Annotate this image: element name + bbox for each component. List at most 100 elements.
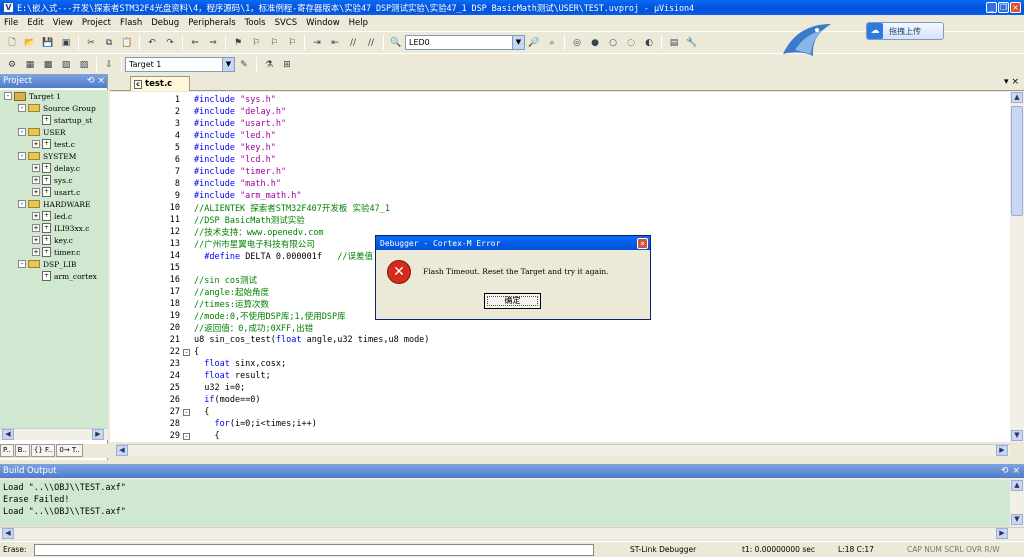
- editor-vscroll[interactable]: ▲ ▼: [1010, 92, 1024, 442]
- build-output[interactable]: Load "..\\OBJ\\TEST.axf" Erase Failed! L…: [0, 480, 1010, 526]
- indent-icon[interactable]: ⇥: [310, 36, 324, 50]
- expand-toggle-icon[interactable]: -: [18, 152, 26, 160]
- scroll-left-icon[interactable]: ◀: [116, 445, 128, 456]
- translate-icon[interactable]: ⚙: [5, 58, 19, 72]
- open-file-icon[interactable]: 📂: [23, 36, 37, 50]
- scroll-down-icon[interactable]: ▼: [1011, 430, 1023, 441]
- build-vscroll[interactable]: ▲ ▼: [1010, 480, 1024, 526]
- expand-toggle-icon[interactable]: -: [18, 260, 26, 268]
- tab-templates[interactable]: 0→ T..: [56, 444, 83, 457]
- pin-icon[interactable]: ⟲: [1001, 466, 1009, 476]
- expand-toggle-icon[interactable]: -: [4, 92, 12, 100]
- rebuild-icon[interactable]: ▩: [41, 58, 55, 72]
- disable-all-breakpoints-icon[interactable]: ◐: [642, 36, 656, 50]
- bookmark-icon[interactable]: ⚑: [231, 36, 245, 50]
- tree-item[interactable]: + + timer.c: [0, 246, 108, 258]
- menu-flash[interactable]: Flash: [120, 18, 142, 28]
- cut-icon[interactable]: ✂: [84, 36, 98, 50]
- scroll-thumb[interactable]: [1011, 106, 1023, 216]
- tree-item[interactable]: - SYSTEM: [0, 150, 108, 162]
- tree-item[interactable]: - HARDWARE: [0, 198, 108, 210]
- scroll-left-icon[interactable]: ◀: [2, 429, 14, 440]
- nav-back-icon[interactable]: ⇐: [188, 36, 202, 50]
- tree-item[interactable]: - Target 1: [0, 90, 108, 102]
- tree-item[interactable]: + + test.c: [0, 138, 108, 150]
- stop-build-icon[interactable]: ▨: [77, 58, 91, 72]
- chevron-down-icon[interactable]: ▼: [512, 36, 524, 49]
- scroll-right-icon[interactable]: ▶: [996, 528, 1008, 539]
- new-file-icon[interactable]: 🗋: [5, 36, 19, 50]
- close-icon[interactable]: ×: [97, 76, 105, 86]
- menu-tools[interactable]: Tools: [245, 18, 266, 28]
- next-bookmark-icon[interactable]: ⚐: [267, 36, 281, 50]
- tree-item[interactable]: + arm_cortex: [0, 270, 108, 282]
- manage-components-icon[interactable]: ⚗: [262, 58, 276, 72]
- tree-item[interactable]: + + key.c: [0, 234, 108, 246]
- expand-toggle-icon[interactable]: +: [32, 164, 40, 172]
- prev-bookmark-icon[interactable]: ⚐: [249, 36, 263, 50]
- fold-toggle-icon[interactable]: -: [183, 432, 190, 440]
- minimize-button[interactable]: _: [986, 2, 997, 13]
- menu-view[interactable]: View: [53, 18, 73, 28]
- undo-icon[interactable]: ↶: [145, 36, 159, 50]
- comment-icon[interactable]: //: [346, 36, 360, 50]
- build-hscroll[interactable]: ◀ ▶: [0, 527, 1024, 539]
- paste-icon[interactable]: 📋: [120, 36, 134, 50]
- fold-toggle-icon[interactable]: -: [183, 348, 190, 356]
- redo-icon[interactable]: ↷: [163, 36, 177, 50]
- dialog-close-button[interactable]: ×: [637, 237, 648, 249]
- scroll-right-icon[interactable]: ▶: [996, 445, 1008, 456]
- expand-toggle-icon[interactable]: +: [32, 236, 40, 244]
- tab-project[interactable]: P..: [0, 444, 14, 457]
- find-combo[interactable]: LED0 ▼: [405, 35, 525, 50]
- menu-svcs[interactable]: SVCS: [275, 18, 298, 28]
- download-icon[interactable]: ⇩: [102, 58, 116, 72]
- scroll-up-icon[interactable]: ▲: [1011, 92, 1023, 103]
- expand-toggle-icon[interactable]: +: [32, 140, 40, 148]
- disable-breakpoint-icon[interactable]: ○: [606, 36, 620, 50]
- nav-forward-icon[interactable]: ⇒: [206, 36, 220, 50]
- tree-item[interactable]: - USER: [0, 126, 108, 138]
- scroll-right-icon[interactable]: ▶: [92, 429, 104, 440]
- close-icon[interactable]: ×: [1012, 466, 1020, 476]
- tree-item[interactable]: + + ILI93xx.c: [0, 222, 108, 234]
- incremental-find-icon[interactable]: ⌕: [545, 36, 559, 50]
- expand-toggle-icon[interactable]: +: [32, 224, 40, 232]
- build-icon[interactable]: ▦: [23, 58, 37, 72]
- tree-item[interactable]: + + led.c: [0, 210, 108, 222]
- ok-button[interactable]: 确定: [484, 293, 541, 309]
- tree-item[interactable]: + + usart.c: [0, 186, 108, 198]
- close-button[interactable]: ×: [1010, 2, 1021, 13]
- tab-list-icon[interactable]: ▾: [1004, 77, 1009, 87]
- target-options-icon[interactable]: ✎: [237, 58, 251, 72]
- tab-functions[interactable]: {} F..: [30, 444, 56, 457]
- find-icon[interactable]: 🔎: [527, 36, 541, 50]
- configure-icon[interactable]: 🔧: [685, 36, 699, 50]
- fold-toggle-icon[interactable]: -: [183, 408, 190, 416]
- scroll-down-icon[interactable]: ▼: [1011, 514, 1023, 525]
- kill-breakpoints-icon[interactable]: ◌: [624, 36, 638, 50]
- menu-help[interactable]: Help: [349, 18, 368, 28]
- tree-item[interactable]: + + sys.c: [0, 174, 108, 186]
- scroll-left-icon[interactable]: ◀: [2, 528, 14, 539]
- close-tab-icon[interactable]: ×: [1011, 77, 1019, 87]
- clear-bookmarks-icon[interactable]: ⚐: [285, 36, 299, 50]
- tree-item[interactable]: + startup_st: [0, 114, 108, 126]
- breakpoint-icon[interactable]: ●: [588, 36, 602, 50]
- target-combo[interactable]: Target 1 ▼: [125, 57, 235, 72]
- expand-toggle-icon[interactable]: +: [32, 212, 40, 220]
- tree-item[interactable]: + + delay.c: [0, 162, 108, 174]
- menu-project[interactable]: Project: [82, 18, 111, 28]
- menu-file[interactable]: File: [4, 18, 18, 28]
- upload-button[interactable]: ☁ 拖拽上传: [866, 22, 944, 40]
- scroll-up-icon[interactable]: ▲: [1011, 480, 1023, 491]
- menu-window[interactable]: Window: [306, 18, 340, 28]
- debug-session-icon[interactable]: ◎: [570, 36, 584, 50]
- window-layout-icon[interactable]: ▤: [667, 36, 681, 50]
- find-in-files-icon[interactable]: 🔍: [389, 36, 403, 50]
- expand-toggle-icon[interactable]: -: [18, 200, 26, 208]
- save-icon[interactable]: 💾: [41, 36, 55, 50]
- restore-button[interactable]: ❐: [998, 2, 1009, 13]
- tab-books[interactable]: B..: [14, 444, 30, 457]
- expand-toggle-icon[interactable]: +: [32, 188, 40, 196]
